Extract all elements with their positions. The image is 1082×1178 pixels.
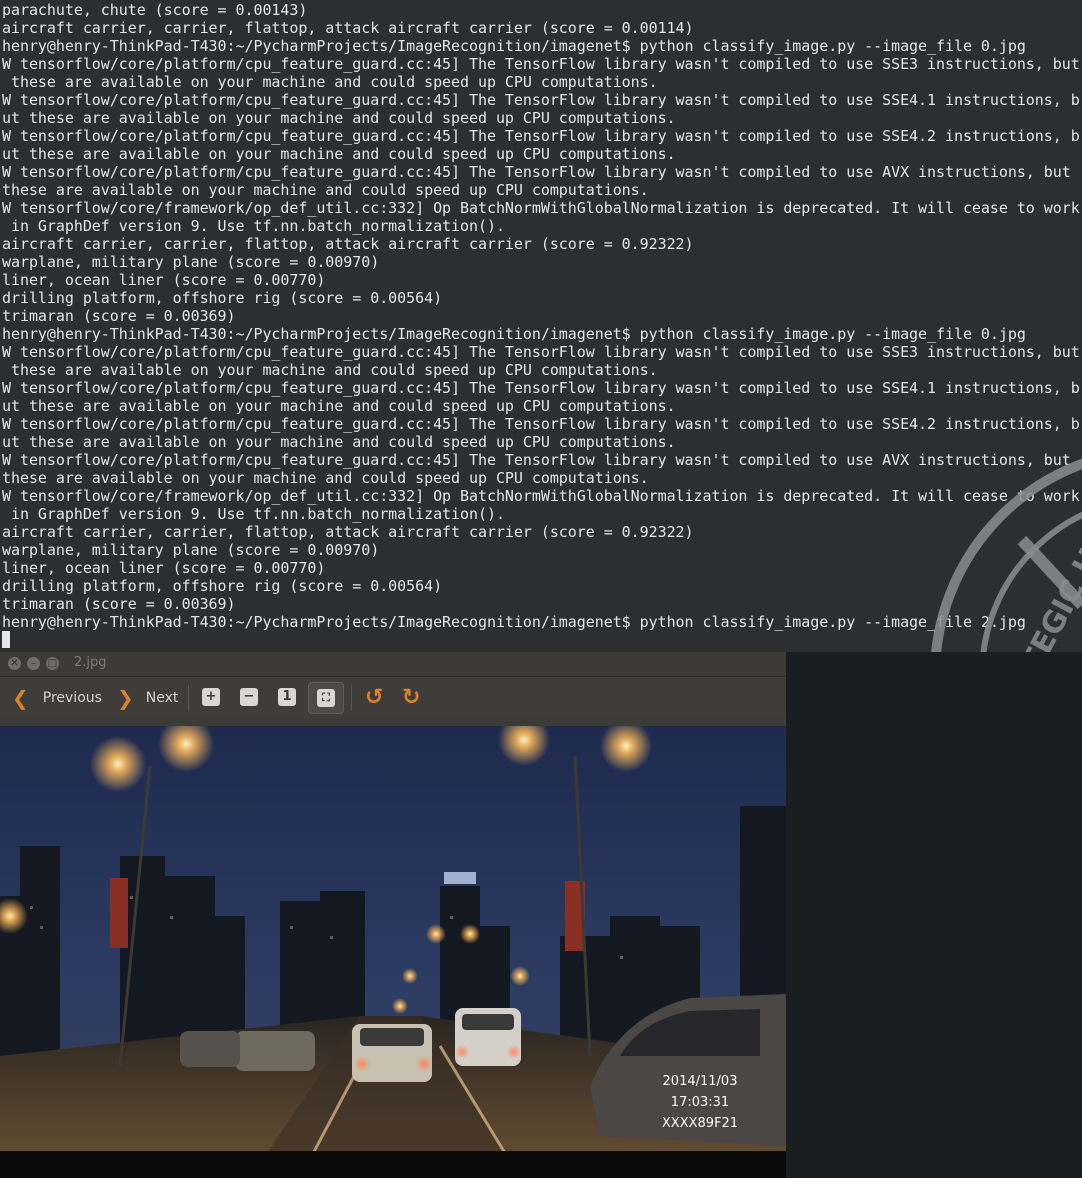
timestamp-id: XXXX89F21 [661,1116,739,1131]
terminal-line: warplane, military plane (score = 0.0097… [2,541,380,559]
previous-label: Previous [42,690,102,706]
timestamp-time: 17:03:31 [670,1095,730,1110]
terminal-line: trimaran (score = 0.00369) [2,595,236,613]
rotate-left-icon[interactable]: ↺ [365,685,383,710]
terminal-line: W tensorflow/core/framework/op_def_util.… [2,487,1080,505]
terminal-line: W tensorflow/core/platform/cpu_feature_g… [2,451,1071,469]
terminal-line: W tensorflow/core/framework/op_def_util.… [2,199,1080,217]
terminal-line: trimaran (score = 0.00369) [2,307,236,325]
terminal-line: ut these are available on your machine a… [2,397,676,415]
terminal-line: liner, ocean liner (score = 0.00770) [2,271,326,289]
image-viewer-window[interactable]: ✕ – □ 2.jpg ❮ Previous ❯ Next + − 1 ⛶ ↺ … [0,652,786,1178]
window-title: 2.jpg [74,655,107,670]
terminal-line: henry@henry-ThinkPad-T430:~/PycharmProje… [2,613,1026,631]
terminal-line: these are available on your machine and … [2,73,658,91]
timestamp-date: 2014/11/03 [662,1074,738,1089]
best-fit-button[interactable]: ⛶ [308,682,344,714]
terminal-line: aircraft carrier, carrier, flattop, atta… [2,19,694,37]
terminal-line: W tensorflow/core/platform/cpu_feature_g… [2,163,1071,181]
zoom-out-icon[interactable]: − [240,688,258,706]
desktop-background [786,652,1082,1178]
terminal-line: drilling platform, offshore rig (score =… [2,289,443,307]
terminal-line: liner, ocean liner (score = 0.00770) [2,559,326,577]
terminal-line: ut these are available on your machine a… [2,433,676,451]
toolbar-separator [188,685,189,711]
terminal-line: parachute, chute (score = 0.00143) [2,1,308,19]
terminal-line: ut these are available on your machine a… [2,145,676,163]
close-icon[interactable]: ✕ [8,657,21,670]
toolbar-separator [351,685,352,711]
terminal-line: these are available on your machine and … [2,469,649,487]
terminal-line: drilling platform, offshore rig (score =… [2,577,443,595]
chevron-right-icon: ❯ [117,686,134,710]
terminal-line: henry@henry-ThinkPad-T430:~/PycharmProje… [2,325,1026,343]
rotate-right-icon[interactable]: ↻ [402,685,420,710]
terminal-line: henry@henry-ThinkPad-T430:~/PycharmProje… [2,37,1026,55]
terminal-line: in GraphDef version 9. Use tf.nn.batch_n… [2,505,505,523]
terminal-line: aircraft carrier, carrier, flattop, atta… [2,235,694,253]
displayed-image[interactable]: 2014/11/03 17:03:31 XXXX89F21 [0,726,786,1178]
terminal-output: parachute, chute (score = 0.00143) aircra… [2,1,1082,631]
terminal-line: ut these are available on your machine a… [2,109,676,127]
zoom-in-icon[interactable]: + [202,688,220,706]
terminal-line: warplane, military plane (score = 0.0097… [2,253,380,271]
previous-button[interactable]: ❮ Previous [12,686,102,710]
viewer-toolbar: ❮ Previous ❯ Next + − 1 ⛶ ↺ ↻ [0,677,786,719]
best-fit-icon: ⛶ [317,689,335,707]
minimize-icon[interactable]: – [27,657,40,670]
normal-size-icon[interactable]: 1 [278,688,296,706]
terminal-line: these are available on your machine and … [2,361,658,379]
next-label: Next [145,690,179,706]
terminal-cursor [2,631,10,648]
terminal-line: W tensorflow/core/platform/cpu_feature_g… [2,127,1080,145]
terminal-line: W tensorflow/core/platform/cpu_feature_g… [2,55,1080,73]
terminal-line: W tensorflow/core/platform/cpu_feature_g… [2,379,1080,397]
terminal-line: W tensorflow/core/platform/cpu_feature_g… [2,343,1080,361]
next-button[interactable]: ❯ Next [117,686,178,710]
terminal-line: these are available on your machine and … [2,181,649,199]
terminal-line: W tensorflow/core/platform/cpu_feature_g… [2,415,1080,433]
viewer-titlebar[interactable]: ✕ – □ 2.jpg [0,652,786,677]
terminal-line: aircraft carrier, carrier, flattop, atta… [2,523,694,541]
maximize-icon[interactable]: □ [46,657,59,670]
chevron-left-icon: ❮ [12,686,29,710]
terminal-line: in GraphDef version 9. Use tf.nn.batch_n… [2,217,505,235]
terminal-window[interactable]: parachute, chute (score = 0.00143) aircra… [0,0,1082,652]
photo-timestamp: 2014/11/03 17:03:31 XXXX89F21 [640,1071,760,1134]
terminal-line: W tensorflow/core/platform/cpu_feature_g… [2,91,1080,109]
